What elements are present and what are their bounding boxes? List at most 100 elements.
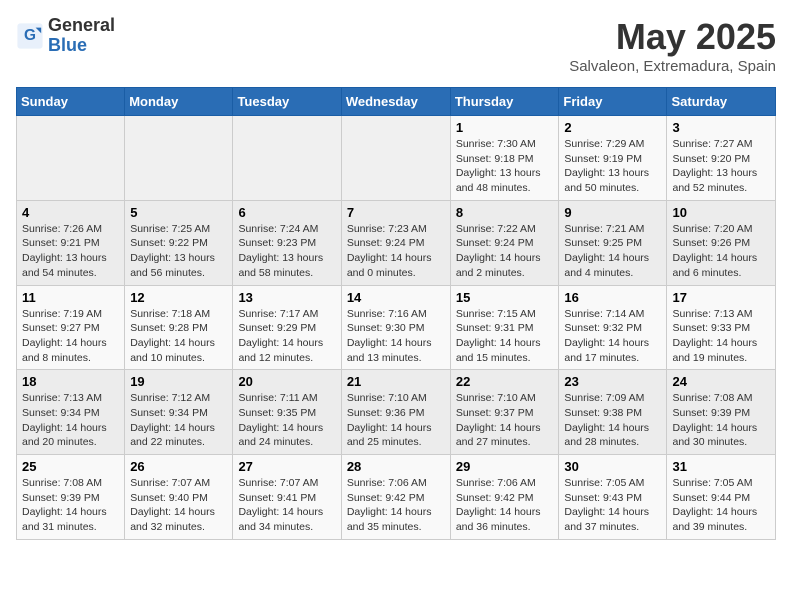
calendar-cell: 14 Sunrise: 7:16 AM Sunset: 9:30 PM Dayli…	[341, 285, 450, 370]
day-number: 1	[456, 120, 554, 135]
day-info: Sunrise: 7:26 AM Sunset: 9:21 PM Dayligh…	[22, 222, 119, 281]
day-number: 19	[130, 374, 227, 389]
day-info: Sunrise: 7:23 AM Sunset: 9:24 PM Dayligh…	[347, 222, 445, 281]
day-info: Sunrise: 7:09 AM Sunset: 9:38 PM Dayligh…	[564, 391, 661, 450]
calendar-cell	[233, 116, 341, 201]
day-header-monday: Monday	[125, 88, 233, 116]
day-info: Sunrise: 7:20 AM Sunset: 9:26 PM Dayligh…	[672, 222, 770, 281]
day-info: Sunrise: 7:11 AM Sunset: 9:35 PM Dayligh…	[238, 391, 335, 450]
day-info: Sunrise: 7:08 AM Sunset: 9:39 PM Dayligh…	[672, 391, 770, 450]
calendar-cell	[125, 116, 233, 201]
logo-general: General	[48, 16, 115, 36]
calendar-cell: 25Sunrise: 7:08 AM Sunset: 9:39 PM Dayli…	[17, 455, 125, 540]
calendar-cell: 6 Sunrise: 7:24 AM Sunset: 9:23 PM Daylig…	[233, 200, 341, 285]
title-area: May 2025 Salvaleon, Extremadura, Spain	[569, 16, 776, 75]
week-row-3: 11 Sunrise: 7:19 AM Sunset: 9:27 PM Dayli…	[17, 285, 776, 370]
calendar-cell: 10 Sunrise: 7:20 AM Sunset: 9:26 PM Dayli…	[667, 200, 776, 285]
day-number: 18	[22, 374, 119, 389]
calendar-cell: 19 Sunrise: 7:12 AM Sunset: 9:34 PM Dayli…	[125, 370, 233, 455]
calendar-cell: 17Sunrise: 7:13 AM Sunset: 9:33 PM Dayli…	[667, 285, 776, 370]
day-header-saturday: Saturday	[667, 88, 776, 116]
day-info: Sunrise: 7:19 AM Sunset: 9:27 PM Dayligh…	[22, 307, 119, 366]
calendar-header: SundayMondayTuesdayWednesdayThursdayFrid…	[17, 88, 776, 116]
calendar-cell: 21Sunrise: 7:10 AM Sunset: 9:36 PM Dayli…	[341, 370, 450, 455]
day-info: Sunrise: 7:06 AM Sunset: 9:42 PM Dayligh…	[456, 476, 554, 535]
calendar-cell: 9Sunrise: 7:21 AM Sunset: 9:25 PM Daylig…	[559, 200, 667, 285]
day-number: 28	[347, 459, 445, 474]
day-info: Sunrise: 7:07 AM Sunset: 9:41 PM Dayligh…	[238, 476, 335, 535]
calendar-cell: 13 Sunrise: 7:17 AM Sunset: 9:29 PM Dayli…	[233, 285, 341, 370]
day-number: 4	[22, 205, 119, 220]
day-header-thursday: Thursday	[450, 88, 559, 116]
day-number: 27	[238, 459, 335, 474]
logo-icon: G	[16, 22, 44, 50]
calendar-cell: 31Sunrise: 7:05 AM Sunset: 9:44 PM Dayli…	[667, 455, 776, 540]
location-subtitle: Salvaleon, Extremadura, Spain	[569, 58, 776, 75]
day-number: 9	[564, 205, 661, 220]
day-info: Sunrise: 7:10 AM Sunset: 9:37 PM Dayligh…	[456, 391, 554, 450]
calendar-cell: 3 Sunrise: 7:27 AM Sunset: 9:20 PM Daylig…	[667, 116, 776, 201]
calendar-cell: 5 Sunrise: 7:25 AM Sunset: 9:22 PM Daylig…	[125, 200, 233, 285]
week-row-2: 4 Sunrise: 7:26 AM Sunset: 9:21 PM Daylig…	[17, 200, 776, 285]
calendar-cell: 28 Sunrise: 7:06 AM Sunset: 9:42 PM Dayli…	[341, 455, 450, 540]
calendar-cell: 2 Sunrise: 7:29 AM Sunset: 9:19 PM Daylig…	[559, 116, 667, 201]
day-headers-row: SundayMondayTuesdayWednesdayThursdayFrid…	[17, 88, 776, 116]
day-info: Sunrise: 7:13 AM Sunset: 9:34 PM Dayligh…	[22, 391, 119, 450]
day-number: 23	[564, 374, 661, 389]
day-info: Sunrise: 7:17 AM Sunset: 9:29 PM Dayligh…	[238, 307, 335, 366]
calendar-cell: 24 Sunrise: 7:08 AM Sunset: 9:39 PM Dayli…	[667, 370, 776, 455]
day-number: 5	[130, 205, 227, 220]
day-number: 3	[672, 120, 770, 135]
day-info: Sunrise: 7:12 AM Sunset: 9:34 PM Dayligh…	[130, 391, 227, 450]
calendar-cell: 30 Sunrise: 7:05 AM Sunset: 9:43 PM Dayli…	[559, 455, 667, 540]
day-info: Sunrise: 7:24 AM Sunset: 9:23 PM Dayligh…	[238, 222, 335, 281]
calendar-cell: 26Sunrise: 7:07 AM Sunset: 9:40 PM Dayli…	[125, 455, 233, 540]
day-number: 7	[347, 205, 445, 220]
day-number: 10	[672, 205, 770, 220]
calendar-cell: 4 Sunrise: 7:26 AM Sunset: 9:21 PM Daylig…	[17, 200, 125, 285]
day-number: 2	[564, 120, 661, 135]
day-number: 30	[564, 459, 661, 474]
day-info: Sunrise: 7:05 AM Sunset: 9:44 PM Dayligh…	[672, 476, 770, 535]
calendar-cell: 29Sunrise: 7:06 AM Sunset: 9:42 PM Dayli…	[450, 455, 559, 540]
calendar-body: 1Sunrise: 7:30 AM Sunset: 9:18 PM Daylig…	[17, 116, 776, 540]
calendar-cell: 27 Sunrise: 7:07 AM Sunset: 9:41 PM Dayli…	[233, 455, 341, 540]
week-row-5: 25Sunrise: 7:08 AM Sunset: 9:39 PM Dayli…	[17, 455, 776, 540]
calendar-cell: 7 Sunrise: 7:23 AM Sunset: 9:24 PM Daylig…	[341, 200, 450, 285]
day-header-friday: Friday	[559, 88, 667, 116]
day-number: 16	[564, 290, 661, 305]
day-number: 11	[22, 290, 119, 305]
logo: G General Blue	[16, 16, 115, 56]
day-info: Sunrise: 7:05 AM Sunset: 9:43 PM Dayligh…	[564, 476, 661, 535]
day-header-sunday: Sunday	[17, 88, 125, 116]
calendar-cell: 23 Sunrise: 7:09 AM Sunset: 9:38 PM Dayli…	[559, 370, 667, 455]
day-info: Sunrise: 7:06 AM Sunset: 9:42 PM Dayligh…	[347, 476, 445, 535]
day-number: 6	[238, 205, 335, 220]
day-info: Sunrise: 7:25 AM Sunset: 9:22 PM Dayligh…	[130, 222, 227, 281]
day-header-tuesday: Tuesday	[233, 88, 341, 116]
logo-blue: Blue	[48, 36, 115, 56]
day-number: 13	[238, 290, 335, 305]
calendar-cell: 1Sunrise: 7:30 AM Sunset: 9:18 PM Daylig…	[450, 116, 559, 201]
day-number: 14	[347, 290, 445, 305]
day-number: 17	[672, 290, 770, 305]
day-number: 24	[672, 374, 770, 389]
day-number: 15	[456, 290, 554, 305]
calendar-cell: 18 Sunrise: 7:13 AM Sunset: 9:34 PM Dayli…	[17, 370, 125, 455]
svg-text:G: G	[24, 27, 36, 44]
day-info: Sunrise: 7:16 AM Sunset: 9:30 PM Dayligh…	[347, 307, 445, 366]
day-info: Sunrise: 7:08 AM Sunset: 9:39 PM Dayligh…	[22, 476, 119, 535]
day-number: 22	[456, 374, 554, 389]
day-info: Sunrise: 7:29 AM Sunset: 9:19 PM Dayligh…	[564, 137, 661, 196]
calendar-cell: 16Sunrise: 7:14 AM Sunset: 9:32 PM Dayli…	[559, 285, 667, 370]
calendar-cell: 15 Sunrise: 7:15 AM Sunset: 9:31 PM Dayli…	[450, 285, 559, 370]
day-header-wednesday: Wednesday	[341, 88, 450, 116]
calendar-cell	[17, 116, 125, 201]
day-info: Sunrise: 7:15 AM Sunset: 9:31 PM Dayligh…	[456, 307, 554, 366]
day-info: Sunrise: 7:18 AM Sunset: 9:28 PM Dayligh…	[130, 307, 227, 366]
calendar-cell: 8Sunrise: 7:22 AM Sunset: 9:24 PM Daylig…	[450, 200, 559, 285]
day-info: Sunrise: 7:22 AM Sunset: 9:24 PM Dayligh…	[456, 222, 554, 281]
day-number: 12	[130, 290, 227, 305]
day-info: Sunrise: 7:27 AM Sunset: 9:20 PM Dayligh…	[672, 137, 770, 196]
calendar-table: SundayMondayTuesdayWednesdayThursdayFrid…	[16, 87, 776, 540]
